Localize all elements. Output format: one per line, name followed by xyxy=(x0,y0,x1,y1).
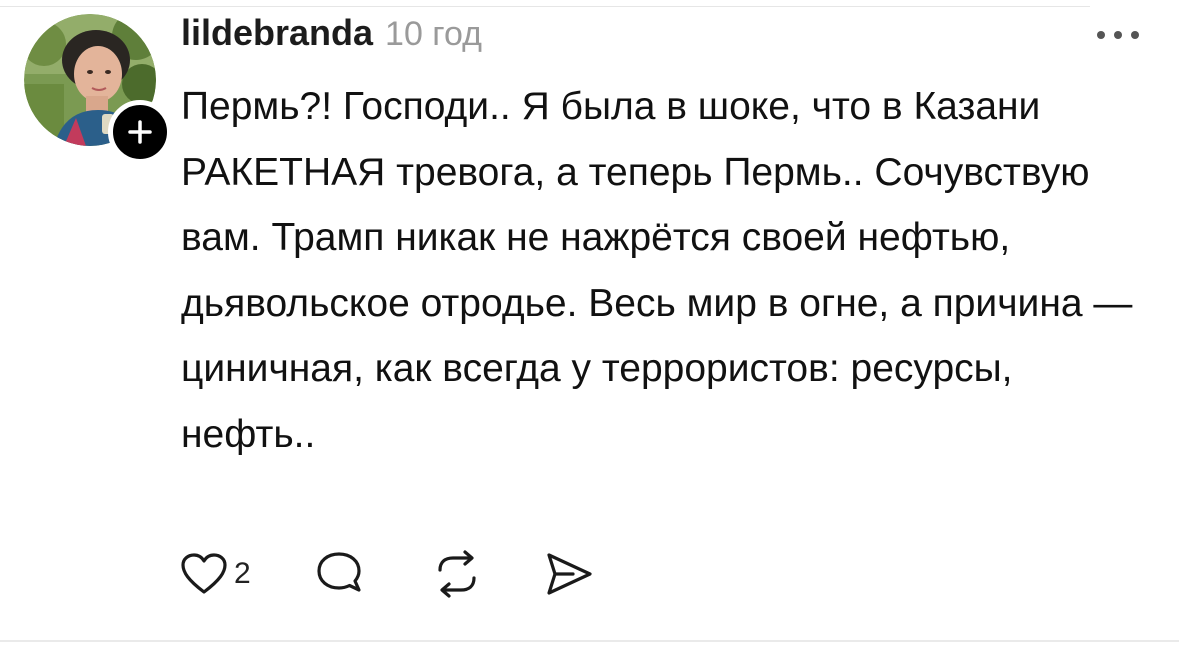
follow-button[interactable] xyxy=(108,100,172,164)
username[interactable]: lildebranda xyxy=(181,12,373,54)
top-divider xyxy=(0,6,1090,7)
avatar-container[interactable] xyxy=(24,14,172,164)
send-icon xyxy=(543,550,595,598)
plus-icon xyxy=(127,119,153,145)
comment-actions: 2 xyxy=(180,546,595,602)
comment-header: lildebranda 10 год xyxy=(181,12,482,56)
repost-button[interactable] xyxy=(431,550,483,598)
heart-icon xyxy=(180,552,228,596)
more-dots-icon xyxy=(1095,30,1141,40)
timestamp: 10 год xyxy=(385,15,482,53)
bottom-divider xyxy=(0,640,1179,642)
like-button[interactable]: 2 xyxy=(180,552,251,596)
reply-button[interactable] xyxy=(313,550,365,598)
like-count: 2 xyxy=(234,557,251,590)
comment-screen: lildebranda 10 год Пермь?! Господи.. Я б… xyxy=(0,0,1179,657)
more-options-button[interactable] xyxy=(1093,20,1143,50)
comment-bubble-icon xyxy=(313,550,365,598)
share-button[interactable] xyxy=(543,550,595,598)
comment-text: Пермь?! Господи.. Я была в шоке, что в К… xyxy=(181,85,1133,456)
repost-icon xyxy=(431,550,483,598)
